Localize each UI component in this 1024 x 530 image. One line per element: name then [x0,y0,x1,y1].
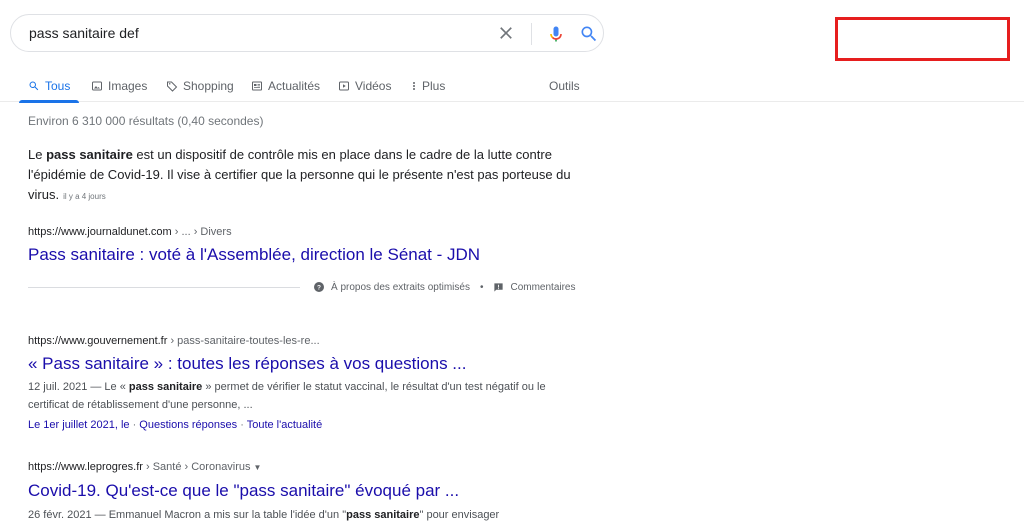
tab-label: Actualités [268,78,321,93]
search-input[interactable]: pass sanitaire def [29,25,139,41]
snippet-bold: pass sanitaire [46,147,133,162]
result-description: 12 juil. 2021 — Le « pass sanitaire » pe… [28,378,568,414]
url-domain: https://www.gouvernement.fr [28,335,168,347]
image-icon [92,81,102,90]
search-tabs: Tous Images Shopping Actualités Vidéos P… [0,68,1024,103]
sitelink[interactable]: Toute l'actualité [247,419,322,431]
tools-button[interactable]: Outils [549,68,580,101]
result-url[interactable]: https://www.leprogres.fr › Santé › Coron… [28,461,261,473]
sitelink-separator: · [237,419,247,431]
result-stats: Environ 6 310 000 résultats (0,40 second… [28,114,264,128]
tab-label: Vidéos [355,78,392,93]
tab-tous[interactable]: Tous [28,68,70,101]
sitelink[interactable]: Le 1er juillet 2021, le [28,419,130,431]
highlight-box [835,17,1010,61]
url-domain: https://www.journaldunet.com [28,226,172,238]
news-icon [252,81,262,90]
result-description: 26 févr. 2021 — Emmanuel Macron a mis su… [28,506,568,524]
active-tab-indicator [19,100,79,103]
tab-shopping[interactable]: Shopping [166,68,234,101]
snippet-date: il y a 4 jours [63,192,106,201]
meta-separator: • [479,281,484,293]
desc-bold: pass sanitaire [346,509,420,521]
desc-rest: " pour envisager [419,509,500,521]
search-icon [29,81,39,90]
desc-date: 12 juil. 2021 — Le « [28,381,129,393]
tools-label: Outils [549,78,580,93]
featured-meta: ? À propos des extraits optimisés • Comm… [313,281,576,293]
tab-plus[interactable]: Plus [411,68,445,101]
featured-divider [28,287,300,288]
featured-title-link[interactable]: Pass sanitaire : voté à l'Assemblée, dir… [28,245,480,265]
result-url[interactable]: https://www.gouvernement.fr › pass-sanit… [28,335,320,347]
sitelink-separator: · [129,419,140,431]
featured-url[interactable]: https://www.journaldunet.com › ... › Div… [28,226,232,238]
tab-label: Shopping [183,78,234,93]
snippet-text-before: Le [28,147,47,162]
help-icon[interactable]: ? [313,281,325,293]
result-sitelinks: Le 1er juillet 2021, le · Questions répo… [28,419,322,431]
tab-images[interactable]: Images [91,68,147,101]
more-vert-icon [413,81,415,90]
featured-snippet: Le pass sanitaire est un dispositif de c… [28,145,598,207]
url-path: › Santé › Coronavirus [142,461,251,473]
result-title-link[interactable]: Covid-19. Qu'est-ce que le "pass sanitai… [28,481,459,501]
sitelink[interactable]: Questions réponses [139,419,237,431]
feedback-icon[interactable] [493,282,504,293]
tab-label: Plus [422,78,446,93]
svg-text:?: ? [317,284,321,291]
feedback-link[interactable]: Commentaires [510,282,575,293]
result-title-link[interactable]: « Pass sanitaire » : toutes les réponses… [28,354,466,374]
url-path: › pass-sanitaire-toutes-les-re... [167,335,320,347]
tab-actualites[interactable]: Actualités [251,68,320,101]
close-icon[interactable] [496,23,516,43]
url-domain: https://www.leprogres.fr [28,461,143,473]
desc-bold: pass sanitaire [128,381,203,393]
video-icon [339,81,349,90]
about-snippets-link[interactable]: À propos des extraits optimisés [331,282,470,293]
search-box[interactable]: pass sanitaire def [10,14,604,52]
desc-date: 26 févr. 2021 — Emmanuel Macron a mis su… [28,509,347,521]
tab-videos[interactable]: Vidéos [338,68,391,101]
tab-label: Tous [45,78,71,93]
search-divider [531,23,532,45]
microphone-icon[interactable] [546,23,566,45]
search-icon[interactable] [579,24,599,44]
chevron-down-icon[interactable]: ▼ [254,463,262,472]
url-path: › ... › Divers [171,226,232,238]
tag-icon [167,81,178,92]
tab-label: Images [108,78,148,93]
